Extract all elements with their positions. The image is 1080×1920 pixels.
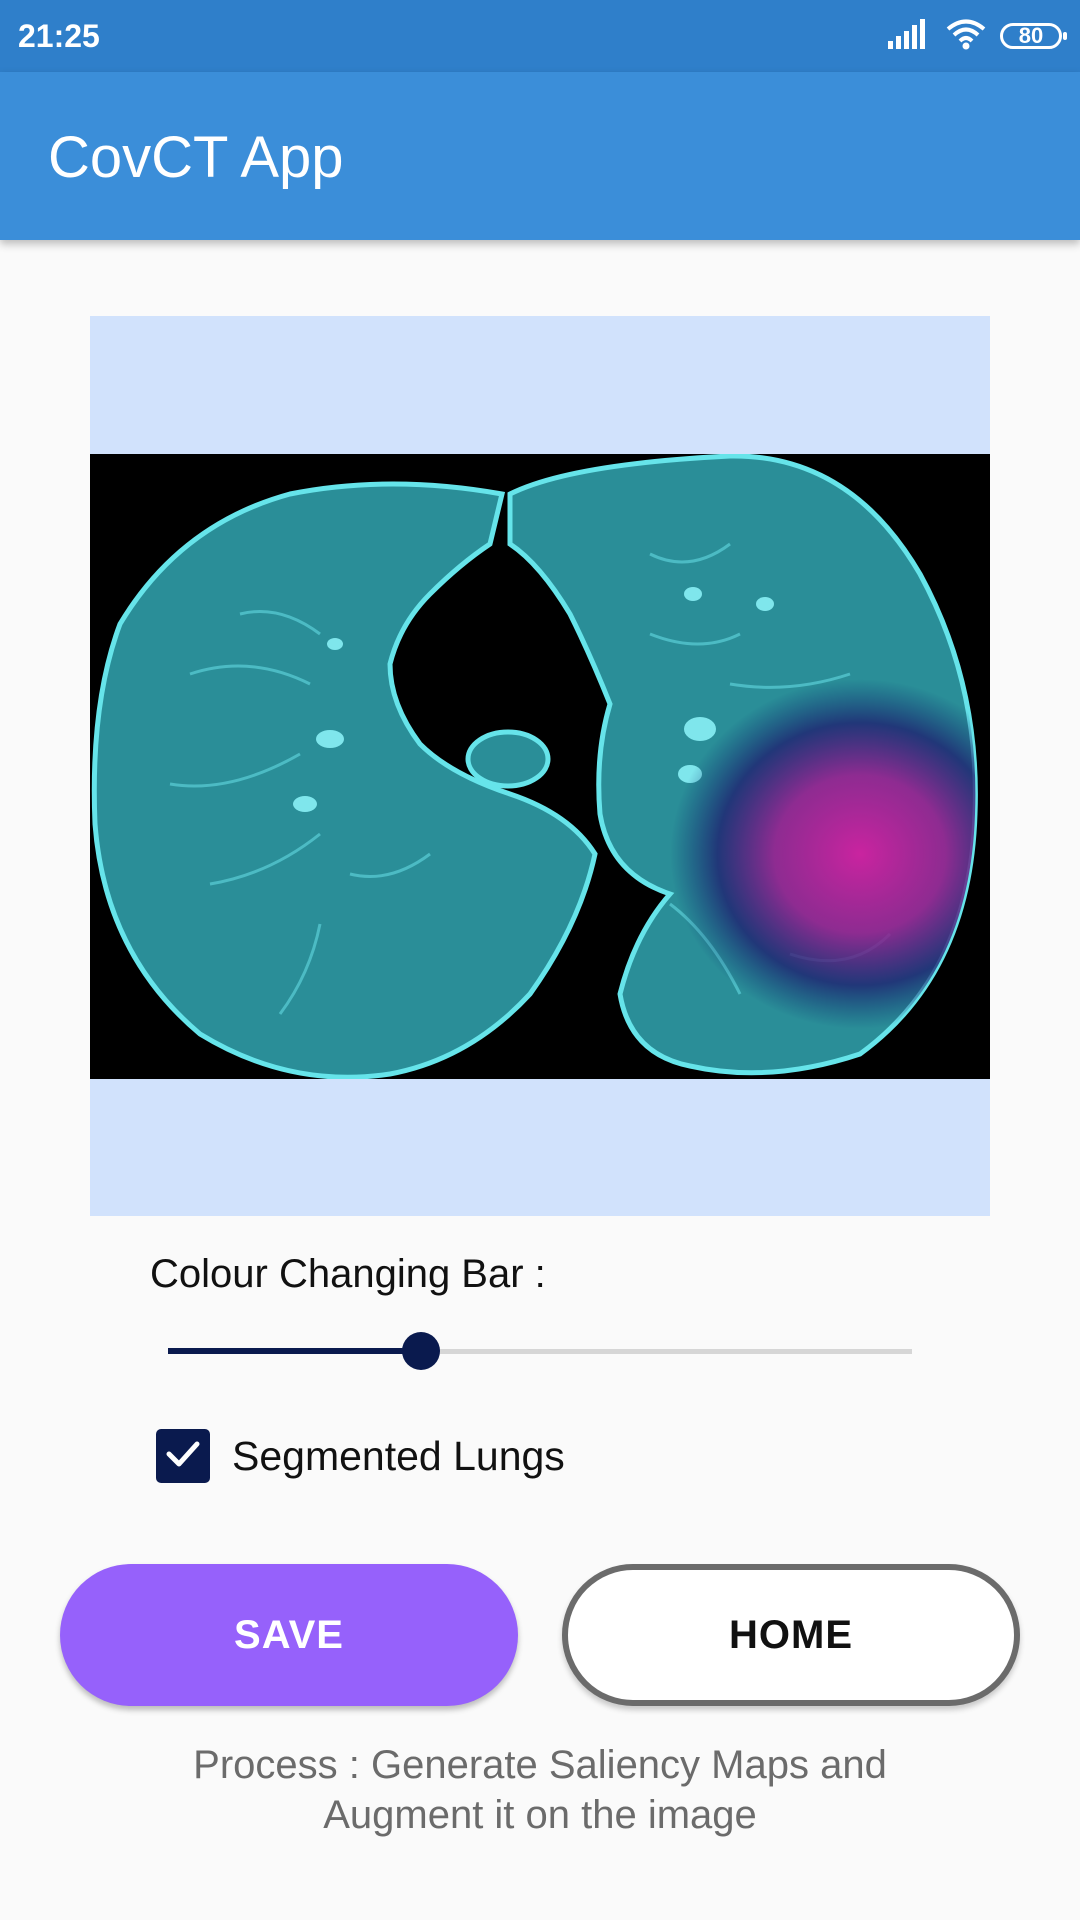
app-bar: CovCT App [0, 72, 1080, 240]
status-time: 21:25 [18, 18, 100, 54]
segmented-lungs-label: Segmented Lungs [232, 1432, 565, 1479]
signal-icon [888, 18, 932, 54]
image-view [90, 316, 990, 1216]
status-icons: 80 [888, 18, 1067, 55]
segmented-lungs-checkbox[interactable] [156, 1429, 210, 1483]
slider-thumb[interactable] [402, 1332, 440, 1370]
app-title: CovCT App [48, 125, 344, 190]
segmented-lungs-checkbox-row[interactable]: Segmented Lungs [156, 1428, 565, 1484]
battery-icon: 80 [1000, 23, 1067, 49]
home-button[interactable]: HOME [562, 1564, 1020, 1706]
status-bar: 21:25 80 [0, 0, 1080, 72]
home-button-label: HOME [729, 1612, 853, 1657]
save-button-label: SAVE [234, 1612, 344, 1657]
save-button[interactable]: SAVE [60, 1564, 518, 1706]
colour-changing-slider[interactable] [168, 1332, 912, 1372]
slider-fill [168, 1348, 421, 1354]
slider-label: Colour Changing Bar : [150, 1252, 546, 1296]
wifi-icon [946, 18, 986, 55]
ct-scan-image [90, 453, 990, 1080]
battery-level: 80 [1018, 23, 1044, 48]
process-description: Process : Generate Saliency Maps and Aug… [193, 1743, 887, 1837]
check-icon [163, 1434, 203, 1479]
